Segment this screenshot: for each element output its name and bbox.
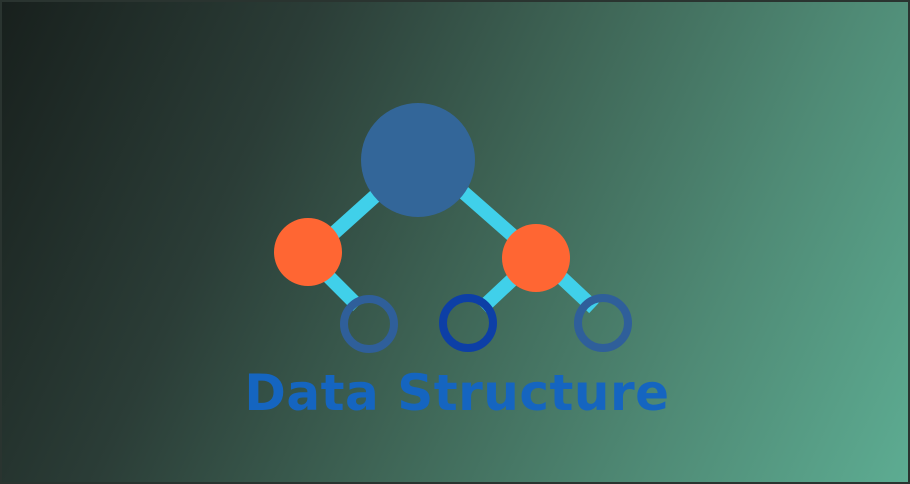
left-child-node xyxy=(274,218,342,286)
leaf-node-3 xyxy=(574,294,632,352)
leaf-node-2 xyxy=(439,294,497,352)
banner: Data Structure xyxy=(0,0,910,484)
banner-title: Data Structure xyxy=(244,364,670,422)
right-child-node xyxy=(502,224,570,292)
leaf-node-1 xyxy=(340,295,398,353)
root-node xyxy=(361,103,475,217)
